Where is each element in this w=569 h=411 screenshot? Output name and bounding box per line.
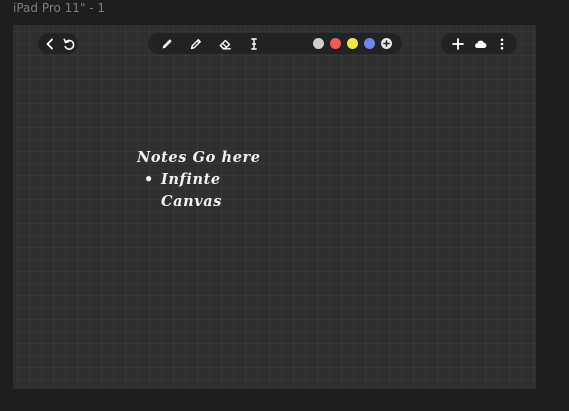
plus-circle-icon[interactable] <box>381 38 392 49</box>
note-bullet-list: Infinte Canvas <box>137 169 261 213</box>
pen-icon[interactable] <box>160 37 174 51</box>
color-swatch-blue[interactable] <box>364 38 375 49</box>
frame-label: iPad Pro 11" - 1 <box>13 1 106 15</box>
toolbar-center <box>148 33 402 54</box>
canvas-note[interactable]: Notes Go here Infinte Canvas <box>137 147 261 213</box>
undo-icon[interactable] <box>62 37 76 51</box>
more-vertical-icon[interactable] <box>495 37 509 51</box>
chevron-left-icon[interactable] <box>43 37 57 51</box>
toolbar-right <box>441 33 517 54</box>
color-swatch-gray[interactable] <box>313 38 324 49</box>
eraser-icon[interactable] <box>218 37 232 51</box>
tool-group <box>160 37 261 51</box>
toolbar-left <box>38 33 78 54</box>
pencil-icon[interactable] <box>189 37 203 51</box>
cloud-icon[interactable] <box>473 37 487 51</box>
drawing-canvas[interactable]: Notes Go here Infinte Canvas <box>13 25 536 389</box>
text-cursor-icon[interactable] <box>247 37 261 51</box>
note-bullet-item: Infinte Canvas <box>137 169 247 213</box>
color-swatch-red[interactable] <box>330 38 341 49</box>
color-swatch-yellow[interactable] <box>347 38 358 49</box>
note-heading: Notes Go here <box>137 149 261 166</box>
color-palette <box>313 38 392 49</box>
plus-icon[interactable] <box>451 37 465 51</box>
